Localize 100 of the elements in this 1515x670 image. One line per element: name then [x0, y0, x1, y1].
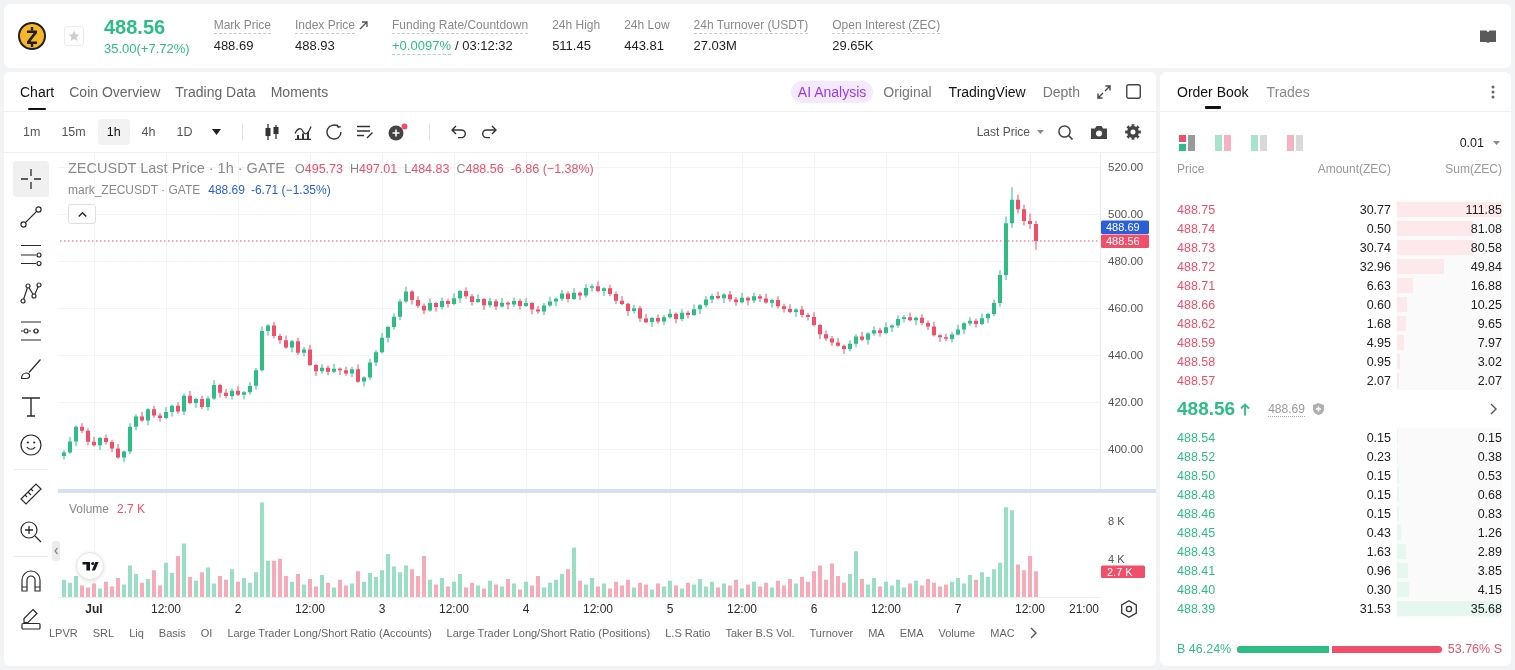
tradingview-logo-icon[interactable] [76, 552, 104, 580]
order-amount: 32.96 [1358, 259, 1392, 274]
stat-label: 24h Turnover (USDT) [693, 17, 809, 34]
stat-value: 29.65K [832, 37, 874, 54]
time-axis-label: 21:00 [1069, 602, 1099, 616]
order-amount: 0.50 [1365, 221, 1392, 236]
chart-tab[interactable]: Moments [270, 72, 329, 111]
indicator-tab[interactable]: SRL [92, 626, 115, 639]
order-sum: 3.02 [1477, 354, 1502, 369]
zoom-in-icon [20, 521, 42, 543]
indicator-tab[interactable]: LPVR [49, 626, 78, 639]
time-axis-label: 12:00 [583, 602, 613, 616]
ask-price: 488.73 [1177, 240, 1217, 255]
coin-logo-icon [18, 22, 46, 50]
indicator-tab[interactable]: Liq [129, 626, 144, 639]
square-icon[interactable] [1126, 84, 1141, 99]
settings-icon[interactable] [1125, 124, 1141, 140]
chart-curve-icon[interactable] [293, 124, 312, 140]
ask-price: 488.74 [1177, 221, 1217, 236]
order-amount: 30.74 [1358, 240, 1392, 255]
bid-price: 488.46 [1177, 506, 1217, 521]
caret-down-icon [1037, 130, 1044, 134]
order-amount: 0.15 [1365, 506, 1392, 521]
stat-value: 488.93 [295, 37, 335, 54]
indicator-tab[interactable]: Basis [158, 626, 186, 639]
indicator-tab[interactable]: MA [868, 626, 885, 639]
more-icon[interactable] [1491, 84, 1495, 99]
collapse-handle-icon[interactable] [52, 541, 60, 561]
bid-price: 488.48 [1177, 487, 1217, 502]
caret-down-icon[interactable] [211, 129, 221, 135]
ohlc-label: O [295, 162, 305, 176]
chevron-right-icon[interactable] [1029, 626, 1037, 639]
price-axis-label: 440.00 [1108, 349, 1144, 362]
indicator-tab[interactable]: Volume [938, 626, 976, 639]
expand-icon[interactable] [1097, 84, 1111, 99]
pattern-nodes-icon [20, 282, 42, 304]
interval-tab[interactable]: 4h [132, 119, 165, 145]
arrow-up-right-icon[interactable] [359, 21, 369, 30]
price-axis-label: 500.00 [1108, 208, 1144, 221]
search-icon[interactable] [1058, 124, 1073, 140]
order-amount: 0.96 [1365, 563, 1392, 578]
undo-icon[interactable] [450, 125, 467, 139]
mark-symbol-title: mark_ZECUSDT · GATE [68, 183, 201, 197]
ask-price: 488.57 [1177, 373, 1217, 388]
magnet-icon [20, 570, 42, 592]
settings-icon[interactable] [1121, 600, 1137, 618]
book-icon[interactable] [1480, 29, 1496, 43]
crosshair-button[interactable] [13, 161, 49, 197]
indicator-tab[interactable]: Taker B.S Vol. [725, 626, 795, 639]
order-amount: 0.60 [1365, 297, 1392, 312]
mark-price-change: -6.71 (−1.35%) [250, 183, 331, 197]
mark-price-value: 488.69 [208, 183, 245, 197]
bid-price: 488.52 [1177, 449, 1217, 464]
chart-tab[interactable]: Trading Data [175, 72, 256, 111]
interval-tab[interactable]: 15m [52, 119, 95, 145]
time-axis-label: 2 [234, 602, 242, 616]
camera-icon[interactable] [1091, 125, 1107, 139]
price-axis-label: 400.00 [1108, 443, 1144, 456]
order-amount: 0.95 [1365, 354, 1392, 369]
order-amount: 0.30 [1365, 582, 1392, 597]
interval-tab[interactable]: 1h [97, 119, 130, 145]
order-book-tab[interactable]: Order Book [1177, 72, 1249, 111]
chart-view-tab[interactable]: Original [883, 76, 932, 107]
order-amount: 6.63 [1365, 278, 1392, 293]
interval-tab[interactable]: 1D [167, 119, 202, 145]
chart-view-tab[interactable]: TradingView [948, 76, 1026, 107]
indicator-tab[interactable]: MAC [990, 626, 1015, 639]
legend-toggle-button[interactable] [68, 204, 96, 224]
ohlc-value: 484.83 [411, 162, 450, 176]
indicator-tab[interactable]: OI [200, 626, 213, 639]
indicator-tab[interactable]: Turnover [809, 626, 854, 639]
indicator-tab[interactable]: Large Trader Long/Short Ratio (Positions) [446, 626, 651, 639]
both-sides-layout-icon[interactable] [1179, 135, 1195, 151]
interval-tab[interactable]: 1m [14, 119, 50, 145]
volume-badge: 2.7 K [1101, 565, 1145, 578]
chart-tab[interactable]: Chart [20, 72, 55, 111]
chart-tab[interactable]: Coin Overview [69, 72, 161, 111]
time-axis-label: 3 [378, 602, 386, 616]
stat-value: 511.45 [552, 37, 591, 54]
chart-view-tab[interactable]: Depth [1042, 76, 1080, 107]
order-book-tab[interactable]: Trades [1266, 72, 1310, 111]
indicator-tab[interactable]: EMA [899, 626, 924, 639]
ai-analysis-button[interactable]: AI Analysis [790, 80, 874, 103]
lines-dots-icon [20, 320, 42, 342]
crosshair-icon [20, 168, 42, 190]
time-axis-label: Jul [85, 602, 103, 616]
stat-label: 24h High [552, 17, 601, 34]
add-circle-icon[interactable] [387, 123, 408, 141]
precision-dropdown[interactable]: 0.01 [1459, 136, 1500, 150]
indicator-tab[interactable]: L.S Ratio [665, 626, 711, 639]
bid-price: 488.43 [1177, 544, 1217, 559]
time-axis-label: 12:00 [295, 602, 325, 616]
redo-icon[interactable] [480, 125, 497, 139]
candles-icon[interactable] [263, 124, 280, 140]
chevron-right-icon[interactable] [1490, 403, 1497, 415]
refresh-icon[interactable] [325, 124, 342, 140]
list-edit-icon[interactable] [355, 125, 374, 139]
price-source-dropdown[interactable]: Last Price [976, 125, 1044, 139]
indicator-tab[interactable]: Large Trader Long/Short Ratio (Accounts) [227, 626, 432, 639]
stat-value: 27.03M [693, 37, 737, 54]
